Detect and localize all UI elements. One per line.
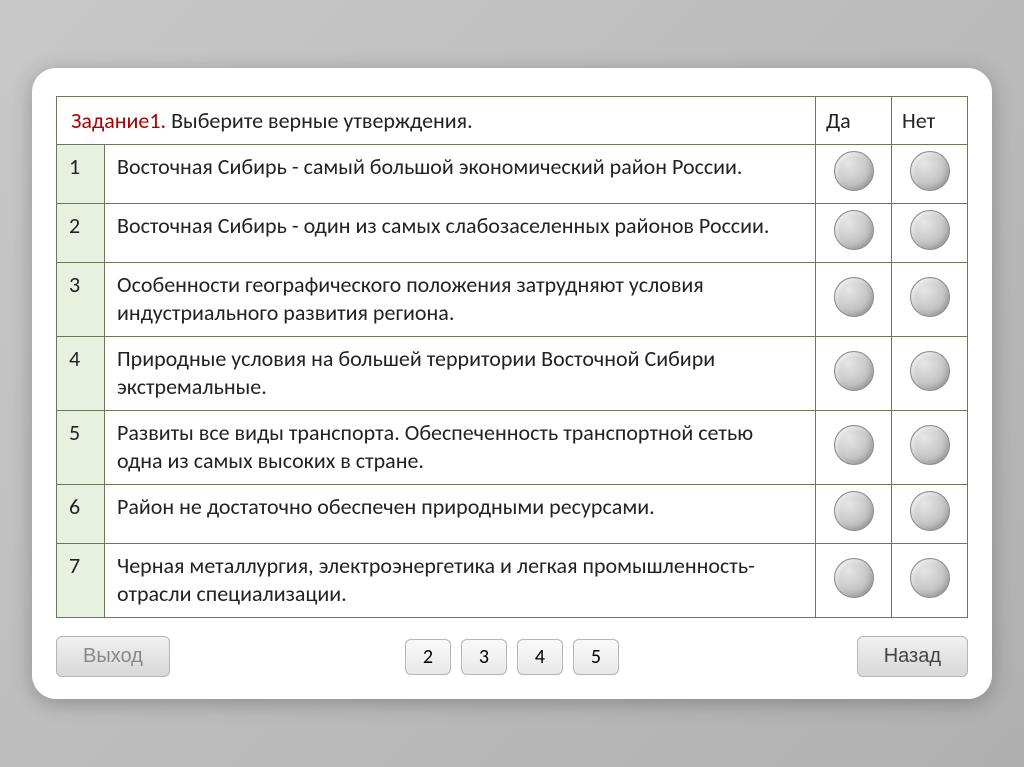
yes-cell	[816, 337, 892, 411]
no-cell	[892, 204, 968, 263]
no-cell	[892, 263, 968, 337]
yes-cell	[816, 485, 892, 544]
yes-radio[interactable]	[834, 210, 874, 250]
table-row: 2Восточная Сибирь - один из самых слабоз…	[57, 204, 968, 263]
no-radio[interactable]	[910, 351, 950, 391]
yes-radio[interactable]	[834, 351, 874, 391]
page-buttons: 2345	[405, 639, 619, 675]
yes-radio[interactable]	[834, 491, 874, 531]
row-text: Район не достаточно обеспечен природными…	[105, 485, 816, 544]
no-cell	[892, 544, 968, 618]
page-button-4[interactable]: 4	[517, 639, 563, 675]
footer: Выход 2345 Назад	[56, 636, 968, 677]
no-radio[interactable]	[910, 210, 950, 250]
row-number: 6	[57, 485, 105, 544]
page-button-3[interactable]: 3	[461, 639, 507, 675]
no-cell	[892, 145, 968, 204]
table-row: 7Черная металлургия, электроэнергетика и…	[57, 544, 968, 618]
no-radio[interactable]	[910, 491, 950, 531]
yes-radio[interactable]	[834, 277, 874, 317]
back-button[interactable]: Назад	[857, 636, 968, 677]
row-number: 4	[57, 337, 105, 411]
table-row: 4Природные условия на большей территории…	[57, 337, 968, 411]
header-title-cell: Задание1. Выберите верные утверждения.	[57, 97, 816, 145]
page-button-5[interactable]: 5	[573, 639, 619, 675]
page-button-2[interactable]: 2	[405, 639, 451, 675]
header-yes: Да	[816, 97, 892, 145]
yes-radio[interactable]	[834, 425, 874, 465]
row-number: 7	[57, 544, 105, 618]
no-cell	[892, 337, 968, 411]
no-radio[interactable]	[910, 277, 950, 317]
yes-radio[interactable]	[834, 558, 874, 598]
no-cell	[892, 485, 968, 544]
row-text: Восточная Сибирь - один из самых слабоза…	[105, 204, 816, 263]
task-title: Выберите верные утверждения.	[171, 107, 473, 134]
header-no: Нет	[892, 97, 968, 145]
row-text: Восточная Сибирь - самый большой экономи…	[105, 145, 816, 204]
header-row: Задание1. Выберите верные утверждения. Д…	[57, 97, 968, 145]
yes-cell	[816, 204, 892, 263]
yes-radio[interactable]	[834, 151, 874, 191]
row-text: Черная металлургия, электроэнергетика и …	[105, 544, 816, 618]
row-number: 2	[57, 204, 105, 263]
yes-cell	[816, 145, 892, 204]
table-row: 5Развиты все виды транспорта. Обеспеченн…	[57, 411, 968, 485]
exit-button[interactable]: Выход	[56, 636, 170, 677]
row-text: Природные условия на большей территории …	[105, 337, 816, 411]
quiz-table: Задание1. Выберите верные утверждения. Д…	[56, 96, 968, 618]
no-radio[interactable]	[910, 425, 950, 465]
no-radio[interactable]	[910, 558, 950, 598]
yes-cell	[816, 411, 892, 485]
row-number: 1	[57, 145, 105, 204]
no-cell	[892, 411, 968, 485]
row-number: 5	[57, 411, 105, 485]
row-number: 3	[57, 263, 105, 337]
row-text: Развиты все виды транспорта. Обеспеченно…	[105, 411, 816, 485]
no-radio[interactable]	[910, 151, 950, 191]
yes-cell	[816, 263, 892, 337]
table-row: 6Район не достаточно обеспечен природным…	[57, 485, 968, 544]
row-text: Особенности географического положения за…	[105, 263, 816, 337]
quiz-card: Задание1. Выберите верные утверждения. Д…	[32, 68, 992, 699]
yes-cell	[816, 544, 892, 618]
task-label: Задание1.	[71, 107, 166, 134]
table-row: 1Восточная Сибирь - самый большой эконом…	[57, 145, 968, 204]
table-row: 3Особенности географического положения з…	[57, 263, 968, 337]
